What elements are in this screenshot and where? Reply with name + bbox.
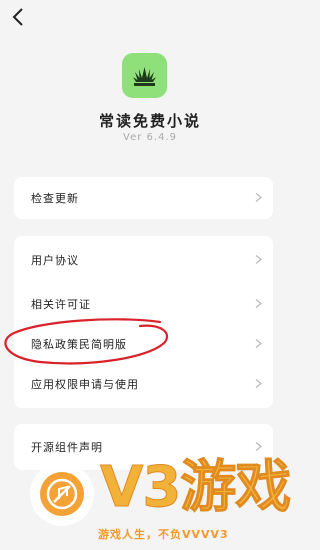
chevron-right-icon [255, 193, 263, 202]
chevron-left-icon [12, 8, 23, 26]
watermark-music-icon [40, 472, 84, 516]
chevron-right-icon [255, 379, 263, 388]
app-name: 常读免费小说 [98, 112, 201, 130]
chevron-right-icon [255, 299, 263, 308]
user-agreement-label: 用户协议 [31, 254, 79, 267]
permissions-label: 应用权限申请与使用 [31, 378, 139, 391]
watermark-brand: V3游戏 [99, 455, 291, 520]
privacy-policy-label: 隐私政策民简明版 [31, 338, 127, 351]
update-card: 检查更新 [14, 177, 273, 219]
privacy-policy-item[interactable]: 隐私政策民简明版 [14, 324, 273, 364]
chevron-right-icon [255, 255, 263, 264]
app-logo [122, 53, 167, 98]
app-version: Ver 6.4.9 [123, 132, 177, 143]
check-update-label: 检查更新 [31, 192, 79, 205]
licenses-item[interactable]: 相关许可证 [14, 284, 273, 324]
licenses-label: 相关许可证 [31, 298, 91, 311]
legal-card: 用户协议 相关许可证 隐私政策民简明版 应用权限申请与使用 [14, 236, 273, 408]
back-button[interactable] [8, 6, 30, 28]
check-update-item[interactable]: 检查更新 [14, 177, 273, 219]
user-agreement-item[interactable]: 用户协议 [14, 236, 273, 284]
chevron-right-icon [255, 339, 263, 348]
permissions-item[interactable]: 应用权限申请与使用 [14, 364, 273, 404]
watermark-tagline: 游戏人生，不负VVVV3 [98, 528, 229, 541]
watermark: V3游戏 游戏人生，不负VVVV3 [0, 454, 300, 550]
chevron-right-icon [255, 442, 263, 451]
opensource-label: 开源组件声明 [31, 441, 103, 454]
book-fan-icon [133, 67, 156, 86]
